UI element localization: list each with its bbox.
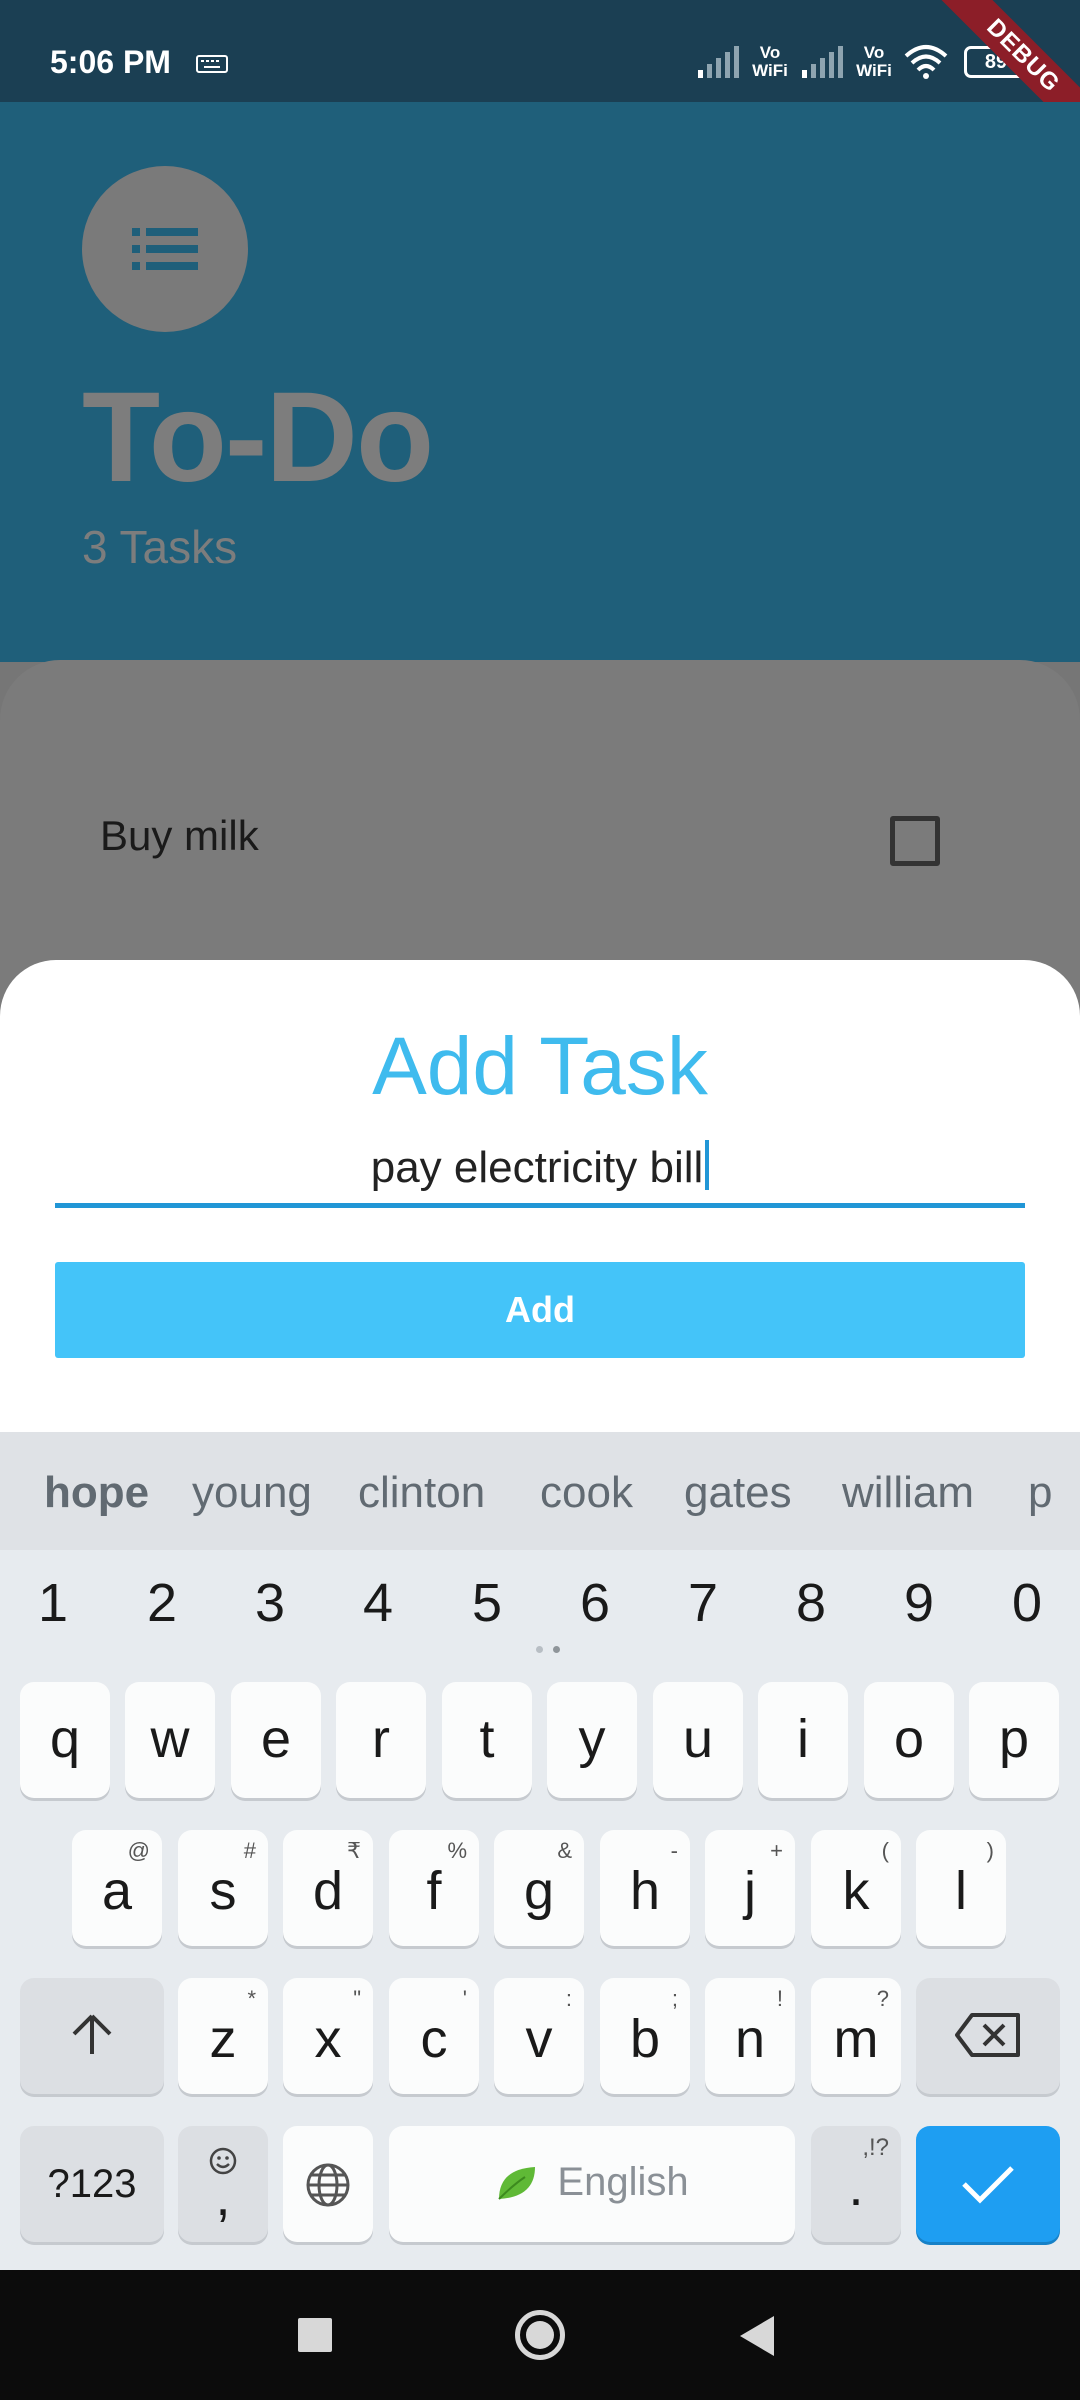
- back-icon[interactable]: [740, 2316, 774, 2356]
- key-y[interactable]: y: [547, 1682, 637, 1798]
- key-w[interactable]: w: [125, 1682, 215, 1798]
- vowifi-label: Vo WiFi: [856, 43, 892, 80]
- add-task-sheet: Add Task pay electricity bill Add: [0, 960, 1080, 1432]
- key-s[interactable]: # s: [178, 1830, 268, 1946]
- backspace-key[interactable]: [916, 1978, 1060, 2094]
- key-o[interactable]: o: [864, 1682, 954, 1798]
- key-m[interactable]: ? m: [811, 1978, 901, 2094]
- number-key[interactable]: 7: [663, 1572, 743, 1634]
- list-icon: [132, 228, 198, 270]
- soft-keyboard: hope young clinton cook gates william p …: [0, 1432, 1080, 2270]
- number-key[interactable]: 1: [13, 1572, 93, 1634]
- key-z[interactable]: * z: [178, 1978, 268, 2094]
- key-l[interactable]: ) l: [916, 1830, 1006, 1946]
- backspace-icon: [955, 2013, 1020, 2057]
- add-button[interactable]: Add: [55, 1262, 1025, 1358]
- key-e[interactable]: e: [231, 1682, 321, 1798]
- number-key[interactable]: 4: [338, 1572, 418, 1634]
- key-h[interactable]: -h: [600, 1830, 690, 1946]
- suggestion-item[interactable]: cook: [540, 1468, 633, 1518]
- leaf-icon: [498, 2166, 536, 2200]
- suggestion-item[interactable]: young: [192, 1468, 312, 1518]
- suggestion-item[interactable]: gates: [684, 1468, 792, 1518]
- task-checkbox[interactable]: [890, 816, 940, 866]
- vowifi-label: Vo WiFi: [752, 43, 788, 80]
- status-time: 5:06 PM: [50, 44, 171, 80]
- number-key[interactable]: 0: [987, 1572, 1067, 1634]
- task-label[interactable]: Buy milk: [100, 812, 259, 860]
- number-key[interactable]: 6: [555, 1572, 635, 1634]
- key-f[interactable]: % f: [389, 1830, 479, 1946]
- key-g[interactable]: & g: [494, 1830, 584, 1946]
- wifi-icon: [904, 45, 948, 79]
- key-x[interactable]: " x: [283, 1978, 373, 2094]
- suggestion-strip: hope young clinton cook gates william p: [0, 1432, 1080, 1550]
- globe-icon: [306, 2163, 350, 2207]
- signal-icon: [802, 46, 843, 78]
- number-row: 1 2 3 4 5 6 7 8 9 0: [0, 1550, 1080, 1634]
- emoji-comma-key[interactable]: ,: [178, 2126, 268, 2242]
- home-icon[interactable]: [515, 2310, 565, 2360]
- key-u[interactable]: u: [653, 1682, 743, 1798]
- period-key[interactable]: ,!? .: [811, 2126, 901, 2242]
- number-key[interactable]: 2: [122, 1572, 202, 1634]
- status-bar: 5:06 PM Vo WiFi Vo WiFi 89 DEBUG: [0, 0, 1080, 151]
- task-input[interactable]: pay electricity bill: [55, 1140, 1025, 1208]
- app-header: To-Do 3 Tasks: [0, 102, 1080, 662]
- suggestion-item[interactable]: william: [842, 1468, 974, 1518]
- task-input-value: pay electricity bill: [370, 1143, 704, 1192]
- key-i[interactable]: i: [758, 1682, 848, 1798]
- language-key[interactable]: [283, 2126, 373, 2242]
- task-count: 3 Tasks: [82, 521, 238, 573]
- key-v[interactable]: :v: [494, 1978, 584, 2094]
- keyboard-icon: [196, 55, 228, 73]
- suggestion-item[interactable]: p: [1028, 1468, 1052, 1518]
- suggestion-item[interactable]: hope: [44, 1468, 149, 1518]
- recents-icon[interactable]: [298, 2318, 332, 2352]
- suggestion-item[interactable]: clinton: [358, 1468, 485, 1518]
- space-label: English: [557, 2160, 689, 2204]
- done-key[interactable]: [916, 2126, 1060, 2242]
- list-icon-avatar: [82, 166, 248, 332]
- key-c[interactable]: ' c: [389, 1978, 479, 2094]
- key-k[interactable]: (k: [811, 1830, 901, 1946]
- shift-key[interactable]: [20, 1978, 164, 2094]
- key-t[interactable]: t: [442, 1682, 532, 1798]
- number-key[interactable]: 8: [771, 1572, 851, 1634]
- number-key[interactable]: 9: [879, 1572, 959, 1634]
- key-n[interactable]: ! n: [705, 1978, 795, 2094]
- key-q[interactable]: q: [20, 1682, 110, 1798]
- number-key[interactable]: 5: [447, 1572, 527, 1634]
- key-d[interactable]: ₹ d: [283, 1830, 373, 1946]
- text-cursor: [705, 1140, 710, 1190]
- key-a[interactable]: @ a: [72, 1830, 162, 1946]
- sheet-title: Add Task: [372, 1021, 708, 1112]
- checkmark-icon: [962, 2166, 1014, 2204]
- page-indicator: [530, 1646, 570, 1656]
- shift-icon: [72, 2014, 112, 2054]
- navigation-bar: [0, 2270, 1080, 2400]
- space-key[interactable]: English: [389, 2126, 795, 2242]
- symbols-key[interactable]: ?123: [20, 2126, 164, 2242]
- key-b[interactable]: ; b: [600, 1978, 690, 2094]
- number-key[interactable]: 3: [230, 1572, 310, 1634]
- key-j[interactable]: + j: [705, 1830, 795, 1946]
- app-title: To-Do: [82, 366, 434, 509]
- key-r[interactable]: r: [336, 1682, 426, 1798]
- signal-icon: [698, 46, 739, 78]
- key-p[interactable]: p: [969, 1682, 1059, 1798]
